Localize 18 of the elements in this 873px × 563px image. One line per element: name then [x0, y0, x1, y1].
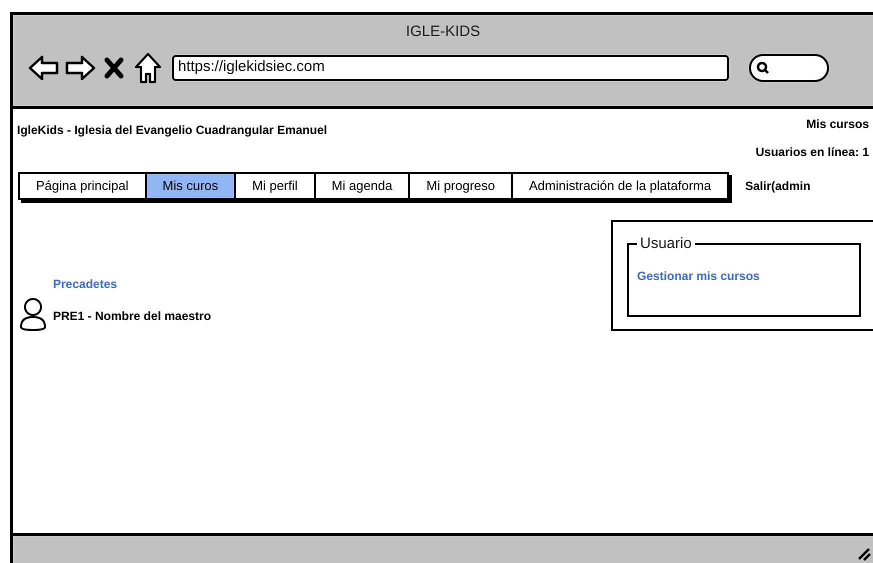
search-icon — [756, 60, 770, 74]
course-category-link[interactable]: Precadetes — [53, 275, 212, 293]
close-icon[interactable] — [104, 56, 124, 78]
home-icon[interactable] — [134, 52, 162, 84]
nav-tab[interactable]: Mis curos — [144, 174, 234, 198]
logout-link[interactable]: Salir(admin — [745, 177, 810, 195]
online-users-count: Usuarios en línea: 1 — [756, 144, 869, 161]
my-courses-link[interactable]: Mis cursos — [806, 115, 869, 133]
course-name: PRE1 - Nombre del maestro — [53, 308, 212, 325]
window-title: IGLE-KIDS — [406, 22, 480, 42]
site-name: IgleKids - Iglesia del Evangelio Cuadrangular Emanuel — [17, 122, 328, 139]
manage-courses-link[interactable]: Gestionar mis cursos — [637, 267, 859, 285]
search-field[interactable] — [749, 54, 829, 82]
back-icon[interactable] — [28, 54, 60, 82]
forward-icon[interactable] — [64, 54, 96, 82]
resize-grip-icon[interactable] — [857, 547, 871, 561]
user-icon — [19, 297, 47, 331]
address-field[interactable]: https://iglekidsiec.com — [172, 54, 729, 80]
